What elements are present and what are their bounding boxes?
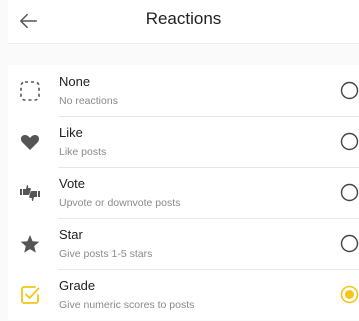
- radio-button[interactable]: [340, 81, 359, 100]
- radio-button[interactable]: [340, 234, 359, 253]
- page-title: Reactions: [145, 9, 222, 28]
- reaction-options-list: None No reactions Like Like posts Vote U…: [8, 65, 359, 320]
- option-description: No reactions: [59, 95, 118, 107]
- option-description: Like posts: [59, 146, 107, 158]
- option-none[interactable]: None No reactions: [8, 65, 359, 116]
- grade-checkbox-icon: [21, 286, 40, 304]
- radio-button[interactable]: [340, 132, 359, 151]
- radio-button-selected[interactable]: [340, 285, 359, 304]
- option-description: Upvote or downvote posts: [59, 197, 181, 209]
- option-vote[interactable]: Vote Upvote or downvote posts: [8, 167, 359, 218]
- option-label: Like: [59, 125, 83, 140]
- dashed-square-icon: [20, 81, 40, 101]
- app-header: Reactions: [8, 0, 359, 44]
- option-description: Give posts 1-5 stars: [59, 248, 153, 260]
- star-icon: [20, 235, 40, 253]
- option-description: Give numeric scores to posts: [59, 299, 195, 311]
- option-label: Vote: [59, 176, 86, 191]
- option-label: Star: [59, 227, 83, 242]
- heart-icon: [20, 134, 40, 150]
- option-star[interactable]: Star Give posts 1-5 stars: [8, 218, 359, 269]
- thumbs-up-down-icon: [20, 185, 40, 201]
- radio-button[interactable]: [340, 183, 359, 202]
- option-grade[interactable]: Grade Give numeric scores to posts: [8, 269, 359, 320]
- option-label: Grade: [59, 278, 96, 293]
- option-label: None: [59, 74, 91, 89]
- option-like[interactable]: Like Like posts: [8, 116, 359, 167]
